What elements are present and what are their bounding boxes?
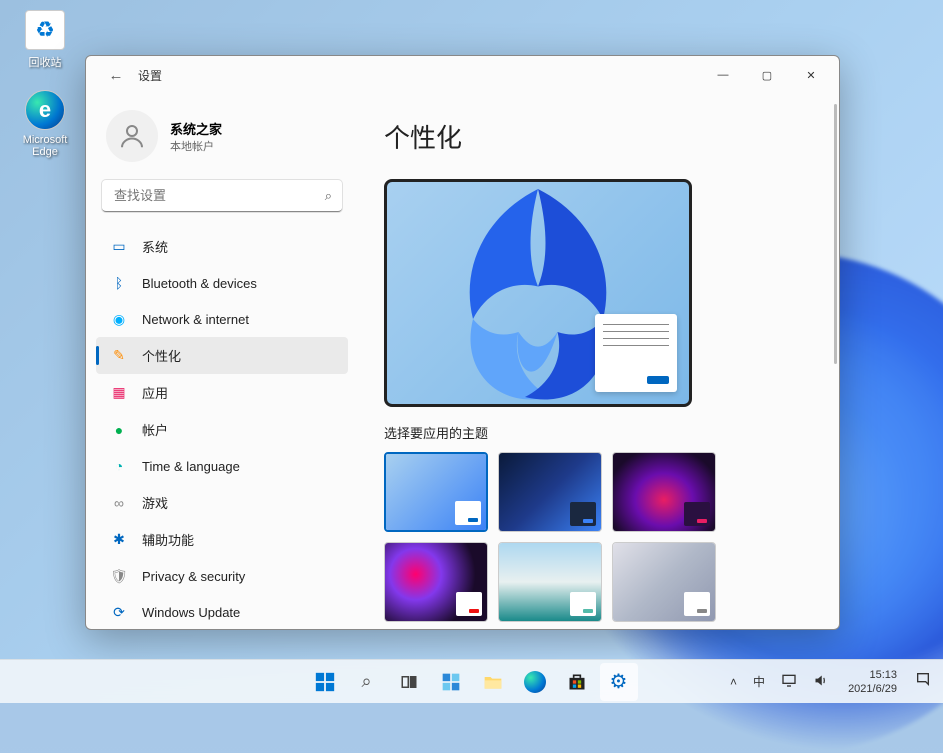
bluetooth-icon: ᛒ bbox=[110, 274, 128, 292]
desktop-icon-edge[interactable]: e Microsoft Edge bbox=[10, 90, 80, 158]
desktop-icon-recycle-bin[interactable]: ♻ 回收站 bbox=[10, 10, 80, 70]
recycle-bin-icon: ♻ bbox=[25, 10, 65, 50]
sidebar-item-update[interactable]: ⟳ Windows Update bbox=[96, 594, 348, 629]
sidebar-item-system[interactable]: ▭ 系统 bbox=[96, 228, 348, 265]
settings-taskbar-icon[interactable]: ⚙ bbox=[600, 663, 638, 701]
accessibility-icon: ✱ bbox=[110, 531, 128, 549]
theme-grid bbox=[384, 452, 819, 622]
theme-option-5[interactable] bbox=[498, 542, 602, 622]
sidebar-item-bluetooth[interactable]: ᛒ Bluetooth & devices bbox=[96, 265, 348, 301]
back-button[interactable]: ← bbox=[102, 61, 130, 89]
titlebar[interactable]: ← 设置 — ▢ ✕ bbox=[86, 56, 839, 94]
preview-mini-window bbox=[595, 314, 677, 392]
sidebar-item-label: 帐户 bbox=[142, 420, 168, 439]
search-input[interactable] bbox=[102, 180, 342, 212]
sidebar-item-label: 系统 bbox=[142, 237, 168, 256]
volume-tray-icon[interactable] bbox=[809, 669, 832, 695]
theme-option-3[interactable] bbox=[612, 452, 716, 532]
desktop-icon-label: Microsoft Edge bbox=[10, 134, 80, 158]
privacy-icon: 🛡 bbox=[110, 567, 128, 585]
update-icon: ⟳ bbox=[110, 603, 128, 621]
theme-option-2[interactable] bbox=[498, 452, 602, 532]
window-title: 设置 bbox=[138, 67, 162, 84]
sidebar-item-time[interactable]: ◔ Time & language bbox=[96, 448, 348, 484]
main-content: 个性化 选择要应用的主题 bbox=[356, 94, 839, 629]
sidebar-item-network[interactable]: ◉ Network & internet bbox=[96, 301, 348, 337]
account-sub: 本地帐户 bbox=[170, 138, 222, 154]
close-button[interactable]: ✕ bbox=[789, 60, 833, 90]
sidebar-item-label: 个性化 bbox=[142, 346, 181, 365]
sidebar: 系统之家 本地帐户 ⌕ ▭ 系统 ᛒ Bluetooth & devices ◉ Netw… bbox=[86, 94, 356, 629]
system-tray: ˄ 中 15:13 2021/6/29 bbox=[718, 668, 941, 696]
taskbar: ⌕ ⚙ ˄ 中 15:13 2021/ bbox=[0, 659, 943, 703]
theme-option-6[interactable] bbox=[612, 542, 716, 622]
minimize-button[interactable]: — bbox=[701, 60, 745, 90]
apps-icon: ▦ bbox=[110, 384, 128, 402]
theme-preview[interactable] bbox=[384, 179, 692, 407]
network-icon: ◉ bbox=[110, 310, 128, 328]
sidebar-item-label: Bluetooth & devices bbox=[142, 276, 257, 291]
search-box[interactable]: ⌕ bbox=[102, 180, 342, 212]
file-explorer-icon[interactable] bbox=[474, 663, 512, 701]
sidebar-item-label: Windows Update bbox=[142, 605, 240, 620]
desktop-icons: ♻ 回收站 e Microsoft Edge bbox=[10, 10, 80, 158]
sidebar-item-gaming[interactable]: ∞ 游戏 bbox=[96, 484, 348, 521]
start-button[interactable] bbox=[306, 663, 344, 701]
widgets-icon[interactable] bbox=[432, 663, 470, 701]
sidebar-item-apps[interactable]: ▦ 应用 bbox=[96, 374, 348, 411]
ime-indicator[interactable]: 中 bbox=[749, 669, 769, 694]
scrollbar[interactable] bbox=[834, 104, 837, 364]
sidebar-item-personalization[interactable]: ✎ 个性化 bbox=[96, 337, 348, 374]
notification-icon[interactable] bbox=[905, 671, 941, 692]
task-view-icon[interactable] bbox=[390, 663, 428, 701]
system-icon: ▭ bbox=[110, 238, 128, 256]
theme-option-4[interactable] bbox=[384, 542, 488, 622]
sidebar-item-accessibility[interactable]: ✱ 辅助功能 bbox=[96, 521, 348, 558]
search-icon: ⌕ bbox=[325, 188, 332, 204]
maximize-button[interactable]: ▢ bbox=[745, 60, 789, 90]
sidebar-item-label: 应用 bbox=[142, 383, 168, 402]
sidebar-item-label: 辅助功能 bbox=[142, 530, 194, 549]
taskbar-search-icon[interactable]: ⌕ bbox=[348, 663, 386, 701]
network-tray-icon[interactable] bbox=[777, 669, 801, 694]
page-title: 个性化 bbox=[384, 118, 819, 155]
settings-window: ← 设置 — ▢ ✕ 系统之家 本地帐户 ⌕ ▭ 系统 ᛒ Bluetooth & d… bbox=[85, 55, 840, 630]
account-name: 系统之家 bbox=[170, 119, 222, 138]
desktop-icon-label: 回收站 bbox=[29, 54, 62, 70]
taskbar-center: ⌕ ⚙ bbox=[306, 663, 638, 701]
edge-icon: e bbox=[25, 90, 65, 130]
personalization-icon: ✎ bbox=[110, 347, 128, 365]
account-block[interactable]: 系统之家 本地帐户 bbox=[96, 102, 348, 178]
avatar-icon bbox=[106, 110, 158, 162]
tray-chevron-icon[interactable]: ˄ bbox=[726, 671, 741, 693]
time-icon: ◔ bbox=[110, 457, 128, 475]
sidebar-item-label: 游戏 bbox=[142, 493, 168, 512]
gaming-icon: ∞ bbox=[110, 494, 128, 512]
sidebar-item-accounts[interactable]: ● 帐户 bbox=[96, 411, 348, 448]
store-icon[interactable] bbox=[558, 663, 596, 701]
accounts-icon: ● bbox=[110, 421, 128, 439]
theme-option-1[interactable] bbox=[384, 452, 488, 532]
themes-label: 选择要应用的主题 bbox=[384, 423, 819, 442]
edge-taskbar-icon[interactable] bbox=[516, 663, 554, 701]
clock-time: 15:13 bbox=[848, 668, 897, 682]
sidebar-item-label: Network & internet bbox=[142, 312, 249, 327]
sidebar-item-label: Privacy & security bbox=[142, 569, 245, 584]
sidebar-item-privacy[interactable]: 🛡 Privacy & security bbox=[96, 558, 348, 594]
sidebar-item-label: Time & language bbox=[142, 459, 240, 474]
taskbar-clock[interactable]: 15:13 2021/6/29 bbox=[842, 668, 903, 696]
clock-date: 2021/6/29 bbox=[848, 682, 897, 696]
nav-list: ▭ 系统 ᛒ Bluetooth & devices ◉ Network & intern… bbox=[96, 228, 348, 629]
